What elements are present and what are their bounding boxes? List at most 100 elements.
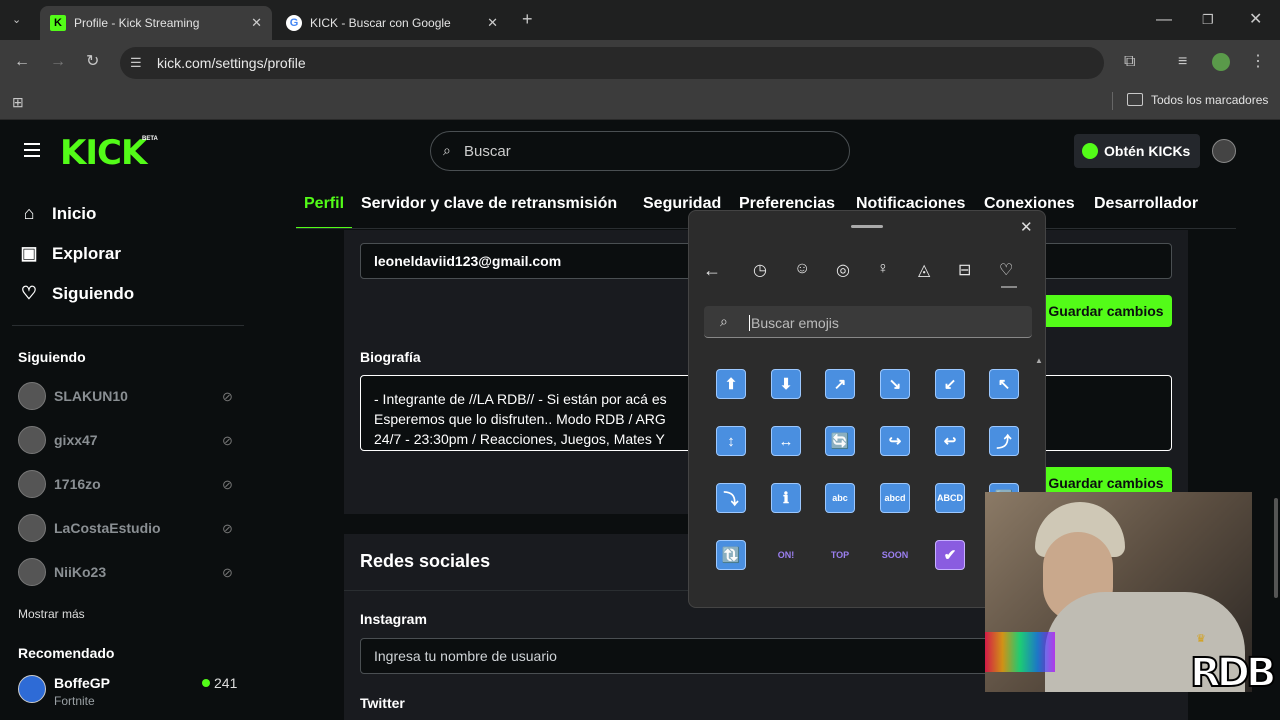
emoji-item[interactable]: ↙ [935,369,965,399]
emoji-item[interactable]: abcd [880,483,910,513]
offline-eye-icon: ⊘ [222,389,233,404]
emoji-item[interactable]: TOP [825,540,855,570]
close-icon[interactable]: ✕ [1020,218,1033,236]
followed-channel[interactable]: NiiKo23 [18,558,106,586]
search-icon: ⌕ [443,142,451,158]
vehicle-icon[interactable]: ⊟ [958,260,971,280]
apps-grid-icon[interactable]: ⊞ [12,94,24,110]
emoji-item[interactable]: ✔ [935,540,965,570]
emoji-item[interactable]: ABCD [935,483,965,513]
site-settings-icon[interactable]: ☰ [130,55,142,71]
emoji-item[interactable]: ↔ [771,426,801,456]
viewer-count: 241 [214,675,238,691]
maximize-icon[interactable]: ❐ [1202,12,1214,28]
forward-icon[interactable]: → [50,54,66,70]
smiley-icon[interactable]: ☺ [794,260,810,278]
home-icon: ⌂ [23,203,35,223]
emoji-item[interactable]: 🔄 [825,426,855,456]
followed-channel[interactable]: SLAKUN10 [18,382,128,410]
emoji-item[interactable]: ⤵ [716,483,746,513]
twitter-label: Twitter [360,695,405,711]
tab-servidor[interactable]: Servidor y clave de retransmisión [361,195,617,213]
media-icon[interactable]: ≡ [1178,54,1187,70]
emoji-item[interactable]: ⬆ [716,369,746,399]
nav-label: Inicio [52,203,97,223]
offline-eye-icon: ⊘ [222,565,233,580]
new-tab-icon[interactable]: + [522,10,533,28]
channel-name: NiiKo23 [54,564,107,580]
all-bookmarks-link[interactable]: Todos los marcadores [1151,93,1268,107]
channel-name: SLAKUN10 [54,388,128,404]
tab-title: KICK - Buscar con Google [310,16,451,30]
extensions-icon[interactable]: ⧉ [1124,54,1135,70]
emoji-item[interactable]: ℹ [771,483,801,513]
get-kicks-button[interactable]: Obtén KICKs [1074,134,1200,168]
followed-channel[interactable]: 1716zo [18,470,101,498]
address-bar[interactable]: ☰ kick.com/settings/profile [120,47,1104,79]
scroll-up-icon[interactable]: ▲ [1035,356,1043,365]
close-tab-icon[interactable]: ✕ [487,15,498,31]
site-search-input[interactable]: ⌕ Buscar [430,131,850,171]
reload-icon[interactable]: ↻ [86,54,99,70]
tab-title: Profile - Kick Streaming [74,16,200,30]
hamburger-menu-icon[interactable] [24,143,40,145]
emoji-item[interactable]: ↪ [880,426,910,456]
sidebar-item-inicio[interactable]: ⌂ Inicio [18,203,97,224]
tab-perfil[interactable]: Perfil [304,195,344,213]
tab-google-search[interactable]: G KICK - Buscar con Google ✕ [276,6,508,40]
emoji-item[interactable]: ⬇ [771,369,801,399]
profile-avatar[interactable] [1212,53,1230,71]
offline-eye-icon: ⊘ [222,433,233,448]
nav-label: Explorar [52,243,121,263]
save-button[interactable]: Guardar cambios [1040,295,1172,327]
user-avatar[interactable] [1212,139,1236,163]
sidebar-item-siguiendo[interactable]: ♡ Siguiendo [18,283,134,304]
show-more-link[interactable]: Mostrar más [18,607,85,621]
animals-icon[interactable]: ◎ [836,260,850,280]
avatar [18,470,46,498]
emoji-item[interactable]: ↖ [989,369,1019,399]
food-icon[interactable]: ♀ [877,260,889,278]
avatar [18,514,46,542]
emoji-item[interactable]: SOON [880,540,910,570]
followed-channel[interactable]: LaCostaEstudio [18,514,161,542]
emoji-item[interactable]: 🔃 [716,540,746,570]
emoji-item[interactable]: ON! [771,540,801,570]
divider [12,325,244,326]
menu-kebab-icon[interactable]: ⋮ [1250,54,1266,70]
crown-icon: ♛ [1196,633,1206,645]
recommended-channel-name[interactable]: BoffeGP [54,675,110,691]
emoji-item[interactable]: abc [825,483,855,513]
sidebar-item-explorar[interactable]: ▣ Explorar [18,243,121,264]
minimize-icon[interactable]: — [1156,12,1172,28]
close-tab-icon[interactable]: ✕ [251,15,262,31]
tab-kick-profile[interactable]: K Profile - Kick Streaming ✕ [40,6,272,40]
emoji-item[interactable]: ↘ [880,369,910,399]
emoji-search-input[interactable]: ⌕ Buscar emojis [704,306,1032,338]
beta-badge: BETA [142,136,158,142]
rgb-keyboard [985,632,1055,672]
travel-icon[interactable]: ◬ [918,260,930,280]
tab-desarrollador[interactable]: Desarrollador [1094,195,1198,213]
nav-label: Siguiendo [52,283,135,303]
back-icon[interactable]: ← [703,260,721,281]
avatar[interactable] [18,675,46,703]
close-window-icon[interactable]: ✕ [1249,12,1262,28]
drag-handle[interactable] [851,225,883,228]
kick-logo[interactable]: KICK [60,133,147,173]
followed-channel[interactable]: gixx47 [18,426,98,454]
emoji-item[interactable]: ↗ [825,369,855,399]
page-scrollbar[interactable] [1274,498,1278,598]
channel-name: 1716zo [54,476,101,492]
tab-search-icon[interactable]: ⌄ [12,12,21,28]
recommended-category: Fortnite [54,694,95,708]
bio-label: Biografía [360,349,421,365]
back-icon[interactable]: ← [14,54,30,70]
folder-icon [1127,93,1143,106]
emoji-item[interactable]: ↩ [935,426,965,456]
emoji-item[interactable]: ⤴ [989,426,1019,456]
heart-icon[interactable]: ♡ [999,260,1013,280]
recommended-title: Recomendado [18,645,115,661]
emoji-item[interactable]: ↕ [716,426,746,456]
recent-icon[interactable]: ◷ [753,260,767,280]
